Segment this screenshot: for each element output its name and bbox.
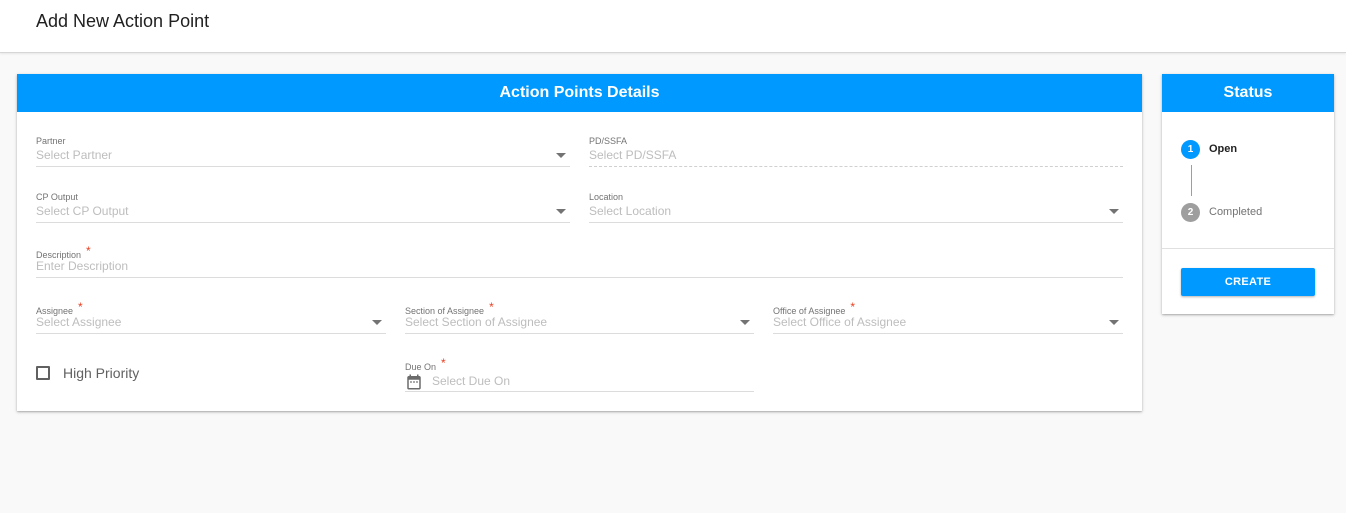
details-card-header: Action Points Details [17, 74, 1142, 112]
required-mark: * [86, 244, 91, 258]
chevron-down-icon [556, 153, 566, 158]
partner-placeholder: Select Partner [36, 148, 113, 162]
pd-ssfa-dropdown[interactable]: PD/SSFA Select PD/SSFA [589, 136, 1123, 168]
page-header: Add New Action Point [0, 0, 1346, 53]
cp-output-placeholder: Select CP Output [36, 204, 129, 218]
high-priority-label: High Priority [63, 365, 140, 381]
status-step-completed: 2 Completed [1181, 203, 1321, 223]
partner-label: Partner [36, 136, 66, 146]
step-connector [1191, 165, 1192, 196]
office-of-assignee-dropdown[interactable]: Office of Assignee * Select Office of Ass… [773, 300, 1123, 335]
due-on-placeholder: Select Due On [432, 374, 511, 388]
step-label: Completed [1209, 206, 1263, 218]
office-placeholder: Select Office of Assignee [773, 315, 907, 329]
chevron-down-icon [1109, 209, 1119, 214]
section-underline [405, 333, 754, 334]
location-placeholder: Select Location [589, 204, 672, 218]
assignee-underline [36, 333, 386, 334]
description-placeholder: Enter Description [36, 259, 129, 273]
pd-ssfa-underline [589, 166, 1123, 167]
due-on-label: Due On * [405, 356, 446, 372]
pd-ssfa-label: PD/SSFA [589, 136, 628, 146]
required-mark: * [441, 356, 446, 370]
step-number: 2 [1181, 203, 1200, 222]
location-dropdown[interactable]: Location Select Location [589, 192, 1123, 224]
assignee-dropdown[interactable]: Assignee * Select Assignee [36, 300, 386, 335]
page-title: Add New Action Point [36, 11, 210, 31]
cp-output-dropdown[interactable]: CP Output Select CP Output [36, 192, 570, 224]
chevron-down-icon [372, 320, 382, 325]
status-card-header: Status [1162, 74, 1334, 112]
status-divider [1162, 248, 1334, 249]
location-underline [589, 222, 1123, 223]
status-card: Status 1 Open 2 Completed CREATE [1162, 74, 1334, 314]
assignee-placeholder: Select Assignee [36, 315, 122, 329]
calendar-icon[interactable] [405, 373, 423, 391]
create-button[interactable]: CREATE [1181, 268, 1315, 296]
section-of-assignee-dropdown[interactable]: Section of Assignee * Select Section of A… [405, 300, 754, 335]
pd-ssfa-placeholder: Select PD/SSFA [589, 148, 677, 162]
partner-dropdown[interactable]: Partner Select Partner [36, 136, 570, 168]
location-label: Location [589, 192, 624, 202]
section-placeholder: Select Section of Assignee [405, 315, 548, 329]
cp-output-label: CP Output [36, 192, 78, 202]
step-label: Open [1209, 143, 1238, 155]
partner-underline [36, 166, 570, 167]
required-mark: * [489, 300, 494, 314]
chevron-down-icon [740, 320, 750, 325]
chevron-down-icon [556, 209, 566, 214]
chevron-down-icon [1109, 320, 1119, 325]
office-underline [773, 333, 1123, 334]
action-point-details-card: Action Points Details Partner Select Par… [17, 74, 1142, 411]
due-on-datepicker[interactable]: Due On * Select Due On [405, 356, 754, 392]
description-field[interactable]: Description * Enter Description [36, 244, 1123, 279]
due-on-underline [405, 391, 754, 392]
required-mark: * [78, 300, 83, 314]
high-priority-checkbox[interactable] [36, 366, 50, 380]
required-mark: * [850, 300, 856, 314]
cp-output-underline [36, 222, 570, 223]
description-underline [36, 277, 1123, 278]
step-number: 1 [1181, 140, 1200, 159]
status-step-open: 1 Open [1181, 140, 1321, 160]
